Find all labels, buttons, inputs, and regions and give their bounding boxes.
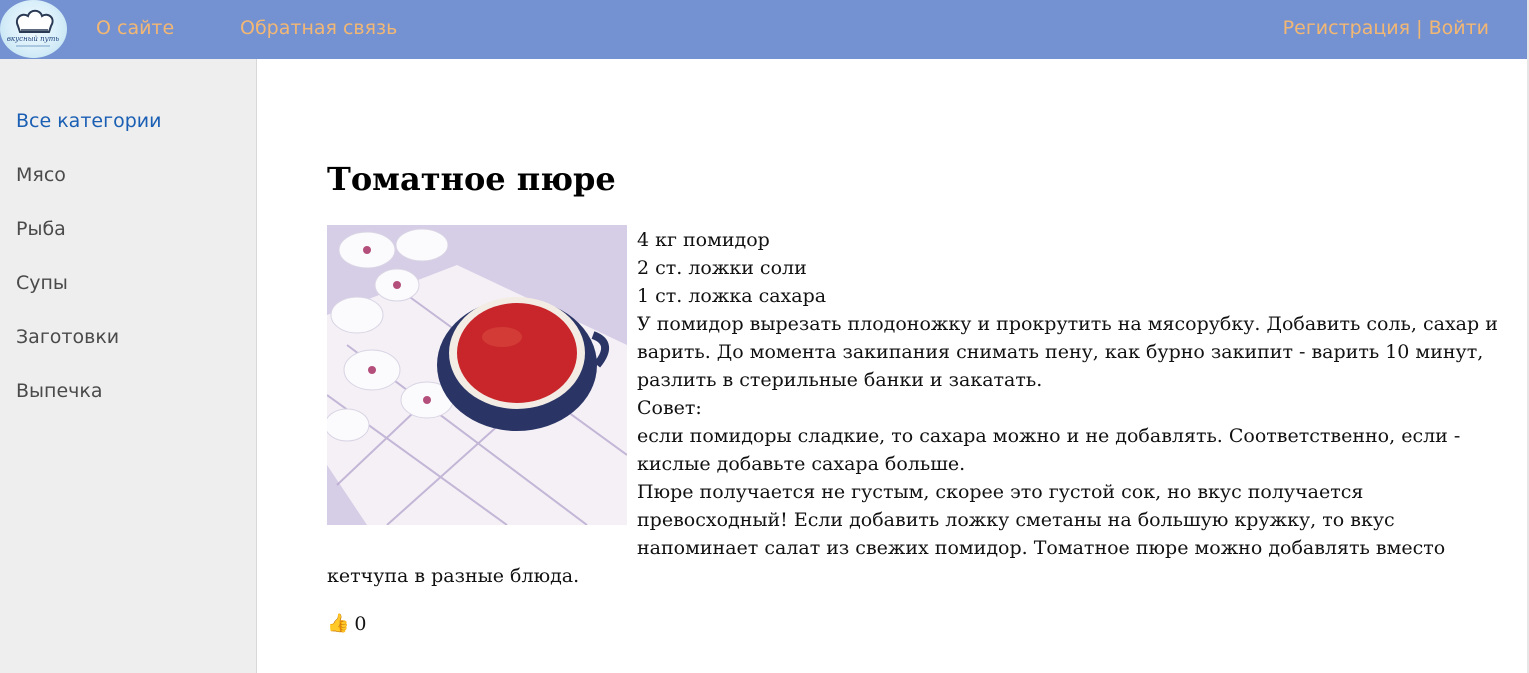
logo-text: вкусный путь	[7, 35, 59, 43]
auth-links: Регистрация | Войти	[1283, 17, 1489, 39]
recipe-line-2: 2 ст. ложки соли	[637, 257, 807, 279]
login-link[interactable]: Войти	[1429, 17, 1489, 39]
recipe-line-3: 1 ст. ложка сахара	[637, 285, 827, 307]
site-logo[interactable]: вкусный путь	[0, 0, 67, 58]
thumbs-up-icon: 👍	[327, 613, 350, 634]
recipe-line-7: Совет:	[637, 397, 702, 419]
recipe-line-13: кетчупа в разные блюда.	[327, 565, 580, 587]
recipe-line-5: варить. До момента закипания снимать пен…	[637, 341, 1484, 363]
category-baking[interactable]: Выпечка	[16, 380, 103, 402]
recipe-line-8: если помидоры сладкие, то сахара можно и…	[637, 425, 1461, 447]
auth-separator: |	[1410, 17, 1429, 39]
recipe-photo	[327, 225, 627, 525]
recipe-line-12: напоминает салат из свежих помидор. Тома…	[637, 537, 1446, 559]
like-count: 0	[354, 613, 367, 635]
recipe-line-4: У помидор вырезать плодоножку и прокрути…	[637, 313, 1498, 335]
category-sidebar: Все категории Мясо Рыба Супы Заготовки В…	[0, 59, 257, 673]
nav-feedback-link[interactable]: Обратная связь	[240, 17, 397, 39]
recipe-line-11: превосходный! Если добавить ложку сметан…	[637, 509, 1395, 531]
nav-about-link[interactable]: О сайте	[96, 17, 174, 39]
recipe-title: Томатное пюре	[327, 160, 616, 198]
recipe-line-6: разлить в стерильные банки и закатать.	[637, 369, 1043, 391]
chef-hat-icon: вкусный путь	[7, 9, 59, 47]
top-navbar: вкусный путь О сайте Обратная связь Реги…	[0, 0, 1529, 59]
recipe-line-10: Пюре получается не густым, скорее это гу…	[637, 481, 1364, 503]
category-meat[interactable]: Мясо	[16, 164, 66, 186]
category-all[interactable]: Все категории	[16, 110, 161, 132]
category-fish[interactable]: Рыба	[16, 218, 66, 240]
recipe-line-1: 4 кг помидор	[637, 229, 770, 251]
category-soups[interactable]: Супы	[16, 272, 68, 294]
like-button[interactable]: 👍 0	[327, 613, 367, 635]
recipe-line-9: кислые добавьте сахара больше.	[637, 453, 966, 475]
category-preserves[interactable]: Заготовки	[16, 326, 119, 348]
register-link[interactable]: Регистрация	[1283, 17, 1410, 39]
